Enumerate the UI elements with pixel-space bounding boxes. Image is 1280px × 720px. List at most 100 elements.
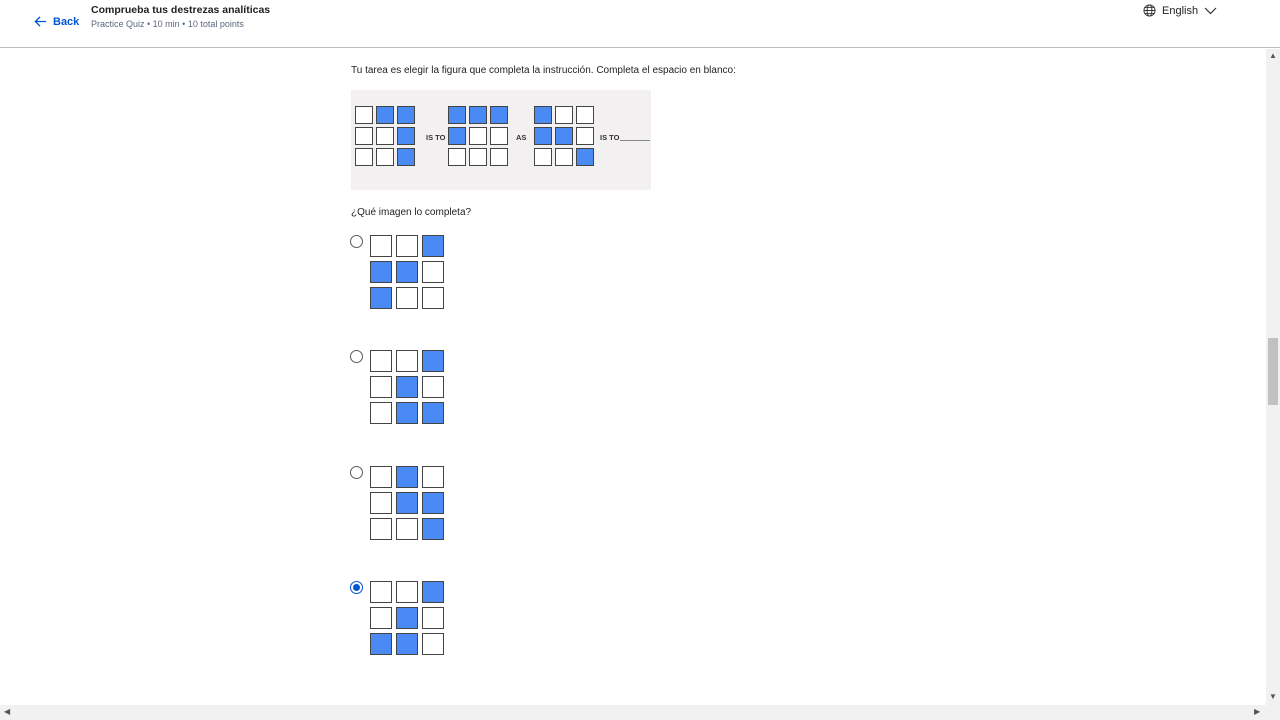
option-2-radio[interactable] bbox=[350, 350, 363, 363]
filled-cell bbox=[490, 106, 508, 124]
empty-cell bbox=[555, 148, 573, 166]
empty-cell[interactable] bbox=[370, 376, 392, 398]
filled-cell bbox=[576, 148, 594, 166]
empty-cell[interactable] bbox=[370, 492, 392, 514]
empty-cell[interactable] bbox=[370, 607, 392, 629]
quiz-header: Back Comprueba tus destrezas analíticas … bbox=[0, 0, 1280, 48]
empty-cell[interactable] bbox=[422, 607, 444, 629]
analogy-figure: IS TO AS IS TO bbox=[351, 90, 651, 190]
scroll-up-icon[interactable]: ▲ bbox=[1269, 51, 1277, 60]
option-4-figure[interactable] bbox=[370, 581, 444, 655]
filled-cell bbox=[534, 106, 552, 124]
filled-cell[interactable] bbox=[422, 518, 444, 540]
empty-cell bbox=[355, 106, 373, 124]
arrow-left-icon bbox=[34, 16, 47, 27]
analogy-word-1: IS TO bbox=[426, 133, 446, 142]
empty-cell bbox=[576, 127, 594, 145]
filled-cell bbox=[534, 127, 552, 145]
filled-cell[interactable] bbox=[422, 235, 444, 257]
vertical-scroll-thumb[interactable] bbox=[1268, 338, 1278, 405]
empty-cell bbox=[355, 148, 373, 166]
filled-cell[interactable] bbox=[396, 492, 418, 514]
empty-cell[interactable] bbox=[370, 235, 392, 257]
vertical-scrollbar[interactable]: ▲ ▼ bbox=[1266, 49, 1280, 705]
scroll-right-icon[interactable]: ▶ bbox=[1254, 707, 1260, 716]
filled-cell[interactable] bbox=[422, 581, 444, 603]
filled-cell[interactable] bbox=[396, 402, 418, 424]
empty-cell[interactable] bbox=[396, 350, 418, 372]
filled-cell bbox=[397, 106, 415, 124]
question-prompt: ¿Qué imagen lo completa? bbox=[351, 207, 472, 218]
empty-cell[interactable] bbox=[370, 466, 392, 488]
quiz-meta: Practice Quiz • 10 min • 10 total points bbox=[91, 19, 244, 29]
empty-cell[interactable] bbox=[422, 261, 444, 283]
empty-cell[interactable] bbox=[370, 350, 392, 372]
empty-cell bbox=[355, 127, 373, 145]
empty-cell[interactable] bbox=[370, 402, 392, 424]
filled-cell[interactable] bbox=[370, 633, 392, 655]
language-selector[interactable]: English bbox=[1143, 4, 1217, 17]
filled-cell[interactable] bbox=[370, 287, 392, 309]
scroll-left-icon[interactable]: ◀ bbox=[4, 707, 10, 716]
back-button[interactable]: Back bbox=[34, 15, 79, 28]
quiz-content: Tu tarea es elegir la figura que complet… bbox=[0, 49, 1266, 705]
empty-cell bbox=[555, 106, 573, 124]
analogy-word-3: IS TO bbox=[600, 133, 620, 142]
filled-cell bbox=[469, 106, 487, 124]
empty-cell[interactable] bbox=[396, 287, 418, 309]
filled-cell[interactable] bbox=[422, 350, 444, 372]
option-2-figure[interactable] bbox=[370, 350, 444, 424]
empty-cell bbox=[469, 127, 487, 145]
empty-cell[interactable] bbox=[422, 287, 444, 309]
quiz-title-block: Comprueba tus destrezas analíticas Pract… bbox=[91, 3, 270, 31]
empty-cell[interactable] bbox=[396, 581, 418, 603]
empty-cell[interactable] bbox=[422, 633, 444, 655]
option-4-radio[interactable] bbox=[350, 581, 363, 594]
scroll-down-icon[interactable]: ▼ bbox=[1269, 692, 1277, 701]
empty-cell[interactable] bbox=[396, 235, 418, 257]
empty-cell bbox=[376, 127, 394, 145]
back-label: Back bbox=[53, 15, 80, 28]
horizontal-scrollbar[interactable]: ◀ ▶ bbox=[0, 705, 1280, 720]
empty-cell bbox=[576, 106, 594, 124]
empty-cell bbox=[490, 148, 508, 166]
filled-cell[interactable] bbox=[396, 633, 418, 655]
filled-cell[interactable] bbox=[396, 376, 418, 398]
filled-cell bbox=[555, 127, 573, 145]
analogy-word-2: AS bbox=[516, 133, 527, 142]
empty-cell bbox=[490, 127, 508, 145]
empty-cell[interactable] bbox=[370, 518, 392, 540]
analogy-grid-3 bbox=[534, 106, 594, 166]
filled-cell[interactable] bbox=[396, 466, 418, 488]
question-instruction: Tu tarea es elegir la figura que complet… bbox=[351, 65, 736, 76]
empty-cell[interactable] bbox=[396, 518, 418, 540]
empty-cell bbox=[469, 148, 487, 166]
filled-cell[interactable] bbox=[422, 492, 444, 514]
filled-cell[interactable] bbox=[396, 607, 418, 629]
empty-cell bbox=[376, 148, 394, 166]
filled-cell bbox=[397, 127, 415, 145]
filled-cell bbox=[448, 127, 466, 145]
filled-cell[interactable] bbox=[422, 402, 444, 424]
option-3-figure[interactable] bbox=[370, 466, 444, 540]
filled-cell bbox=[376, 106, 394, 124]
filled-cell[interactable] bbox=[370, 261, 392, 283]
option-1-radio[interactable] bbox=[350, 235, 363, 248]
option-3-radio[interactable] bbox=[350, 466, 363, 479]
globe-icon bbox=[1143, 4, 1156, 17]
analogy-blank bbox=[620, 140, 650, 141]
filled-cell bbox=[397, 148, 415, 166]
quiz-title: Comprueba tus destrezas analíticas bbox=[91, 4, 271, 16]
analogy-grid-2 bbox=[448, 106, 508, 166]
filled-cell bbox=[448, 106, 466, 124]
empty-cell bbox=[448, 148, 466, 166]
analogy-grid-1 bbox=[355, 106, 415, 166]
empty-cell[interactable] bbox=[370, 581, 392, 603]
chevron-down-icon bbox=[1204, 7, 1217, 14]
language-label: English bbox=[1162, 4, 1199, 17]
empty-cell bbox=[534, 148, 552, 166]
empty-cell[interactable] bbox=[422, 376, 444, 398]
empty-cell[interactable] bbox=[422, 466, 444, 488]
filled-cell[interactable] bbox=[396, 261, 418, 283]
option-1-figure[interactable] bbox=[370, 235, 444, 309]
